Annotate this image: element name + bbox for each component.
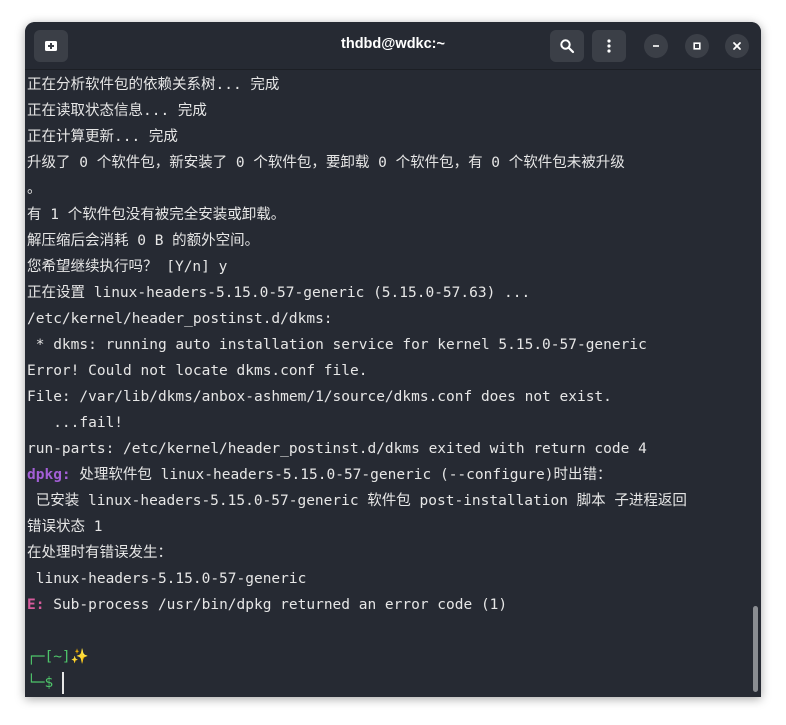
search-icon [560, 39, 575, 54]
output-line: linux-headers-5.15.0-57-generic [27, 571, 307, 587]
output-line: 正在计算更新... 完成 [27, 129, 178, 145]
close-icon [733, 42, 741, 50]
output-line: 升级了 0 个软件包，新安装了 0 个软件包，要卸载 0 个软件包，有 0 个软… [27, 155, 625, 171]
output-line: 在处理时有错误发生： [27, 545, 172, 561]
prompt-directory: [~] [44, 649, 71, 665]
title-bar: thdbd@wdkc:~ [25, 22, 761, 70]
prompt-input-line[interactable]: └─$ [27, 670, 743, 696]
prompt-top-branch: ┌─ [27, 649, 45, 665]
terminal-output[interactable]: 正在分析软件包的依赖关系树... 完成 正在读取状态信息... 完成 正在计算更… [27, 72, 743, 694]
output-line: Error! Could not locate dkms.conf file. [27, 363, 368, 379]
prompt-top-line: ┌─[~]✨ [27, 644, 743, 670]
output-line: 您希望继续执行吗？ [Y/n] y [27, 259, 228, 275]
minimize-button[interactable] [644, 34, 668, 58]
scrollbar[interactable] [753, 606, 758, 692]
sparkle-icon: ✨ [70, 649, 89, 665]
output-line: 。 [27, 181, 42, 197]
search-button[interactable] [550, 30, 584, 62]
error-message: Sub-process /usr/bin/dpkg returned an er… [44, 597, 508, 613]
dpkg-prefix: dpkg: [27, 467, 71, 483]
output-line: 错误状态 1 [27, 519, 103, 535]
output-line: File: /var/lib/dkms/anbox-ashmem/1/sourc… [27, 389, 612, 405]
output-line: 解压缩后会消耗 0 B 的额外空间。 [27, 233, 260, 249]
close-button[interactable] [725, 34, 749, 58]
maximize-icon [693, 42, 701, 50]
output-line: 正在设置 linux-headers-5.15.0-57-generic (5.… [27, 285, 531, 301]
output-line: run-parts: /etc/kernel/header_postinst.d… [27, 441, 647, 457]
kebab-menu-icon [607, 39, 611, 53]
error-line: E: Sub-process /usr/bin/dpkg returned an… [27, 592, 743, 618]
dpkg-message: 处理软件包 linux-headers-5.15.0-57-generic (-… [70, 467, 612, 483]
output-line: * dkms: running auto installation servic… [27, 337, 647, 353]
output-line: 已安装 linux-headers-5.15.0-57-generic 软件包 … [27, 493, 687, 509]
minimize-icon [653, 45, 659, 47]
output-line: 有 1 个软件包没有被完全安装或卸载。 [27, 207, 286, 223]
error-prefix: E: [27, 597, 45, 613]
dpkg-error-line: dpkg: 处理软件包 linux-headers-5.15.0-57-gene… [27, 462, 743, 488]
menu-button[interactable] [592, 30, 626, 62]
text-cursor [61, 672, 64, 694]
maximize-button[interactable] [685, 34, 709, 58]
output-line: 正在读取状态信息... 完成 [27, 103, 207, 119]
output-line: /etc/kernel/header_postinst.d/dkms: [27, 311, 333, 327]
terminal-window: thdbd@wdkc:~ 正在分析软件包的依赖关系树... 完成 正在读取状态信… [25, 22, 761, 697]
prompt-symbol: $ [44, 675, 54, 691]
prompt-bottom-branch: └─ [27, 675, 45, 691]
output-line: 正在分析软件包的依赖关系树... 完成 [27, 77, 280, 93]
output-line: ...fail! [27, 415, 124, 431]
